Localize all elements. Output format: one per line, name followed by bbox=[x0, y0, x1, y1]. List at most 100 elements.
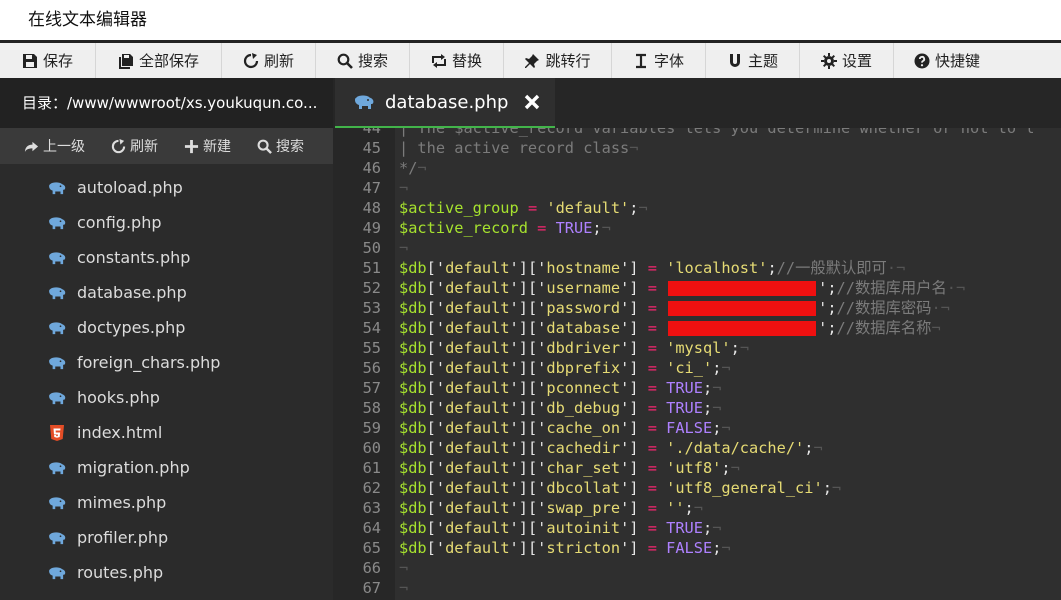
code-token: = bbox=[638, 539, 667, 557]
file-item[interactable]: foreign_chars.php bbox=[0, 345, 333, 380]
file-name: profiler.php bbox=[77, 528, 169, 547]
code-token: ¬ bbox=[831, 479, 842, 497]
sidebar-search-button[interactable]: 搜索 bbox=[257, 136, 304, 156]
code-token: '] bbox=[620, 459, 639, 477]
code-line: 45 | the active record class¬ bbox=[333, 138, 1061, 158]
file-item[interactable]: config.php bbox=[0, 205, 333, 240]
code-token: ¬ bbox=[399, 239, 409, 257]
code-line: 52 $db['default']['username'] = ';//数据库用户… bbox=[333, 278, 1061, 298]
code-token: TRUE bbox=[555, 219, 593, 237]
file-item[interactable]: routes.php bbox=[0, 555, 333, 590]
code-token: database bbox=[546, 319, 621, 337]
code-token: hostname bbox=[546, 259, 621, 277]
save-all-button[interactable]: 全部保存 bbox=[96, 43, 222, 78]
code-token: 'utf8_general_ci' bbox=[666, 479, 823, 497]
close-tab-button[interactable] bbox=[524, 94, 540, 110]
code-token: $db bbox=[399, 459, 427, 477]
file-name: doctypes.php bbox=[77, 318, 186, 337]
code-token: 'localhost' bbox=[666, 259, 768, 277]
line-number: 57 bbox=[362, 379, 381, 397]
code-token: default bbox=[445, 339, 510, 357]
code-line: 67 ¬ bbox=[333, 578, 1061, 598]
file-item[interactable]: autoload.php bbox=[0, 170, 333, 205]
code-token: ·¬ bbox=[886, 259, 906, 277]
replace-icon bbox=[431, 53, 446, 68]
code-token: ; bbox=[804, 439, 814, 457]
code-token: 'ci_' bbox=[666, 359, 713, 377]
line-number: 66 bbox=[362, 559, 381, 577]
line-number: 46 bbox=[362, 159, 381, 177]
code-token: $db bbox=[399, 379, 427, 397]
code-token: '] bbox=[620, 479, 639, 497]
code-token: default bbox=[445, 459, 510, 477]
line-number: 45 bbox=[362, 139, 381, 157]
directory-path: 目录：/www/wwwroot/xs.youkuqun.co... bbox=[0, 78, 333, 128]
theme-button[interactable]: 主题 bbox=[706, 43, 800, 78]
code-token: ¬ bbox=[601, 219, 611, 237]
file-name: migration.php bbox=[77, 458, 190, 477]
editor-area: database.php 44 | The $active_record vari… bbox=[333, 78, 1061, 600]
code-token: //数据库用户名 bbox=[836, 279, 947, 297]
tab-database-php[interactable]: database.php bbox=[335, 78, 555, 128]
code-token: $db bbox=[399, 319, 427, 337]
file-item[interactable]: hooks.php bbox=[0, 380, 333, 415]
file-item[interactable]: doctypes.php bbox=[0, 310, 333, 345]
goto-line-button[interactable]: 跳转行 bbox=[504, 43, 612, 78]
code-token: '][' bbox=[509, 259, 547, 277]
php-elephant-icon bbox=[47, 390, 67, 406]
code-token: default bbox=[445, 419, 510, 437]
code-token: = bbox=[638, 519, 667, 537]
code-line: 49 $active_record = TRUE;¬ bbox=[333, 218, 1061, 238]
search-icon bbox=[257, 139, 272, 154]
theme-icon bbox=[729, 53, 740, 67]
code-editor[interactable]: 44 | The $active_record variables lets yo… bbox=[333, 128, 1061, 600]
replace-button[interactable]: 替换 bbox=[410, 43, 504, 78]
code-line: 60 $db['default']['cachedir'] = './data/c… bbox=[333, 438, 1061, 458]
line-number: 48 bbox=[362, 199, 381, 217]
refresh-button[interactable]: 刷新 bbox=[222, 43, 316, 78]
code-token: '' bbox=[666, 499, 685, 517]
code-token: [' bbox=[426, 479, 446, 497]
file-item[interactable]: database.php bbox=[0, 275, 333, 310]
file-item[interactable]: index.html bbox=[0, 415, 333, 450]
up-level-button[interactable]: 上一级 bbox=[24, 136, 85, 156]
pin-icon bbox=[525, 53, 540, 68]
code-line: 63 $db['default']['swap_pre'] = '';¬ bbox=[333, 498, 1061, 518]
settings-button[interactable]: 设置 bbox=[800, 43, 894, 78]
code-token: $db bbox=[399, 479, 427, 497]
save-icon bbox=[22, 53, 37, 68]
php-elephant-icon bbox=[47, 285, 67, 301]
code-token: = bbox=[638, 459, 667, 477]
sidebar-refresh-button[interactable]: 刷新 bbox=[111, 136, 158, 156]
code-token: default bbox=[445, 359, 510, 377]
shortcuts-button[interactable]: 快捷键 bbox=[894, 43, 1000, 78]
code-token: [' bbox=[426, 499, 446, 517]
code-token: '][' bbox=[509, 499, 547, 517]
code-line: 48 $active_group = 'default';¬ bbox=[333, 198, 1061, 218]
code-token: = bbox=[638, 439, 667, 457]
save-button[interactable]: 保存 bbox=[0, 43, 96, 78]
line-number: 61 bbox=[362, 459, 381, 477]
file-item[interactable]: profiler.php bbox=[0, 520, 333, 555]
code-token: '][' bbox=[509, 399, 547, 417]
code-token: | the active record class bbox=[399, 139, 630, 157]
code-token: ; bbox=[767, 259, 777, 277]
font-button[interactable]: 字体 bbox=[612, 43, 706, 78]
file-item[interactable]: mimes.php bbox=[0, 485, 333, 520]
code-token: | The $active_record variables lets you … bbox=[399, 128, 1035, 137]
code-line: 61 $db['default']['char_set'] = 'utf8';¬ bbox=[333, 458, 1061, 478]
search-button[interactable]: 搜索 bbox=[316, 43, 410, 78]
code-token: ¬ bbox=[399, 579, 409, 597]
code-token: FALSE bbox=[666, 539, 713, 557]
code-token: 'default' bbox=[546, 199, 630, 217]
code-token: ; bbox=[702, 379, 713, 397]
new-file-button[interactable]: 新建 bbox=[184, 136, 231, 156]
code-token: password bbox=[546, 299, 621, 317]
file-item[interactable]: migration.php bbox=[0, 450, 333, 485]
code-token: swap_pre bbox=[546, 499, 621, 517]
code-token: ¬ bbox=[721, 359, 731, 377]
php-elephant-icon bbox=[47, 460, 67, 476]
file-item[interactable]: constants.php bbox=[0, 240, 333, 275]
code-token: //数据库名称 bbox=[836, 319, 932, 337]
code-token: = bbox=[638, 359, 667, 377]
